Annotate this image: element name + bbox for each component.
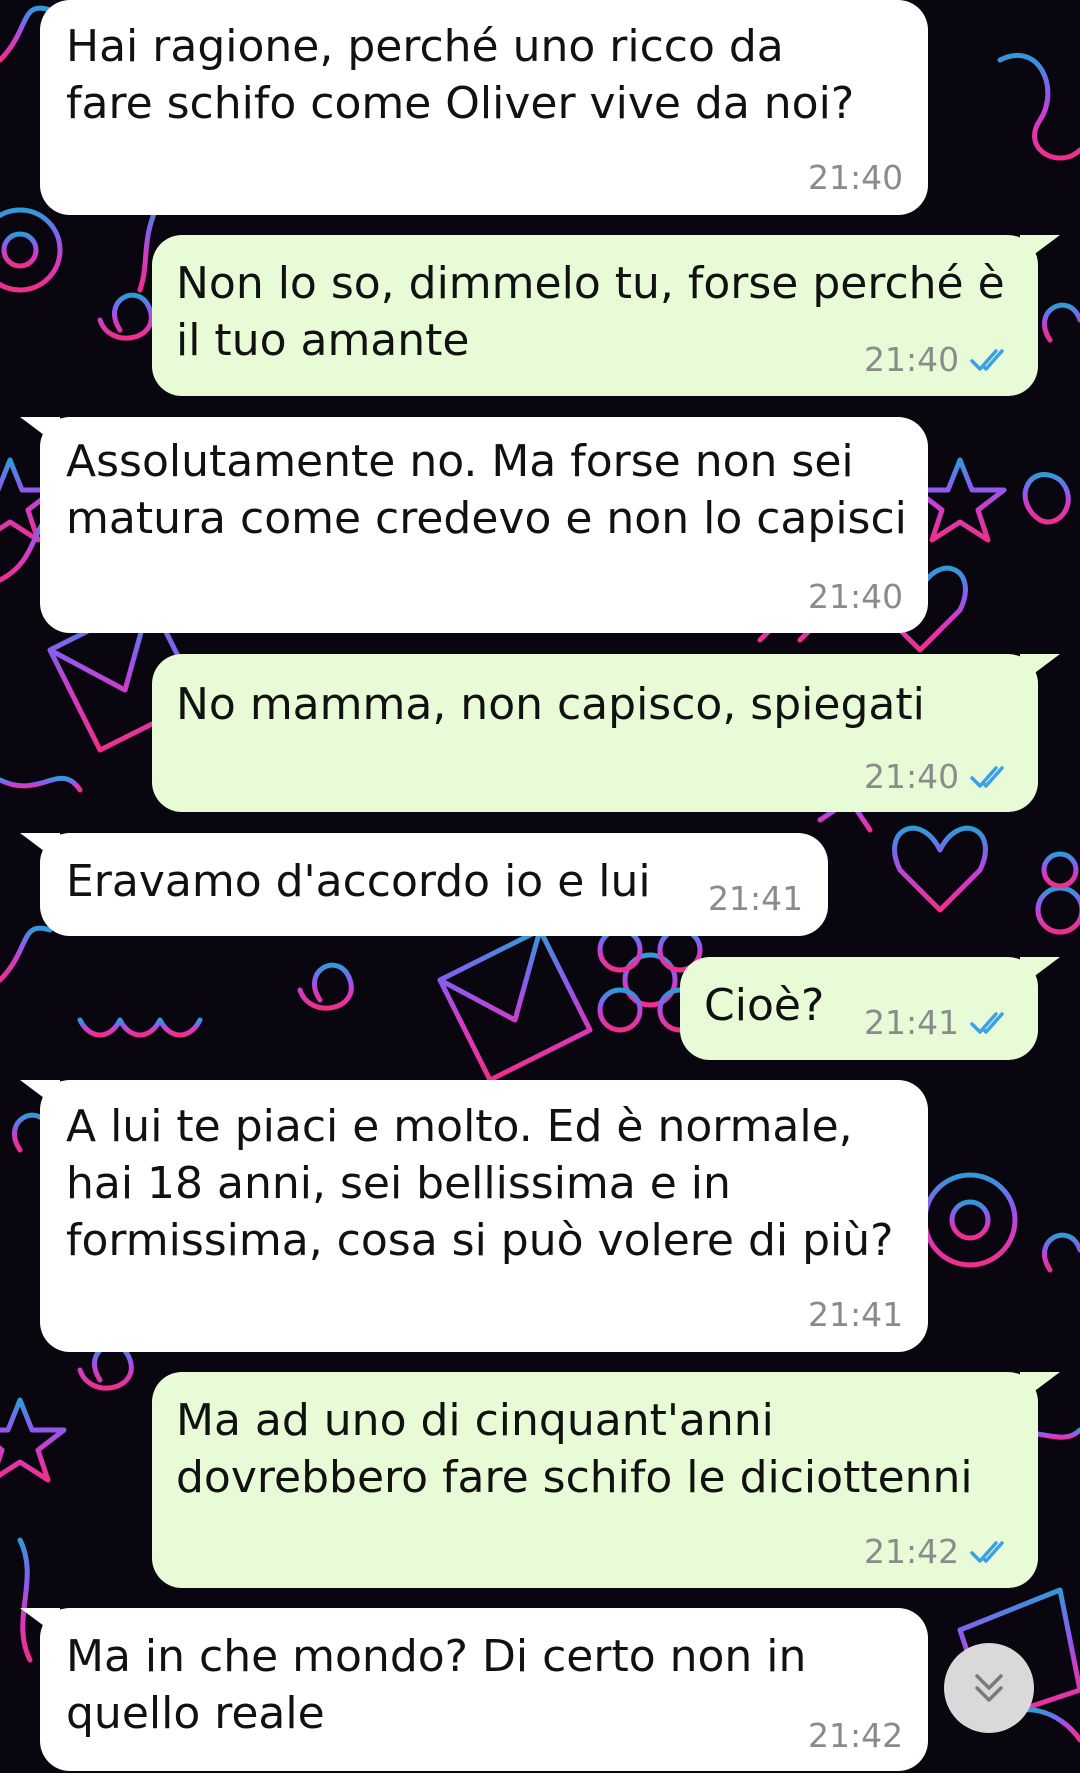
message-time: 21:41 [808,1295,904,1334]
incoming-message[interactable]: Eravamo d'accordo io e lui 21:41 [40,833,828,936]
outgoing-message[interactable]: Ma ad uno di cinquant'anni dovrebbero fa… [152,1372,1038,1588]
message-time: 21:42 [808,1716,904,1755]
message-text: Cioè? [704,980,825,1031]
message-time: 21:42 [864,1532,960,1571]
double-check-read-icon [970,349,1004,371]
message-text: Eravamo d'accordo io e lui [66,856,651,907]
message-text: No mamma, non capisco, spiegati [176,679,925,730]
double-check-read-icon [970,766,1004,788]
message-time: 21:40 [808,577,904,616]
message-time: 21:40 [864,757,960,796]
incoming-message[interactable]: Ma in che mondo? Di certo non in quello … [40,1608,928,1771]
message-text: Assolutamente no. Ma forse non sei matur… [66,436,907,544]
double-chevron-down-icon [975,1674,1003,1702]
outgoing-message[interactable]: Cioè? 21:41 [680,957,1038,1060]
message-time: 21:40 [864,340,960,379]
incoming-message[interactable]: Hai ragione, perché uno ricco da fare sc… [40,0,928,215]
incoming-message[interactable]: A lui te piaci e molto. Ed è normale, ha… [40,1080,928,1352]
outgoing-message[interactable]: No mamma, non capisco, spiegati 21:40 [152,654,1038,812]
message-time: 21:41 [864,1003,960,1042]
scroll-to-bottom-button[interactable] [944,1643,1034,1733]
outgoing-message[interactable]: Non lo so, dimmelo tu, forse perché è il… [152,235,1038,396]
message-list[interactable]: Hai ragione, perché uno ricco da fare sc… [0,0,1080,1773]
message-text: Hai ragione, perché uno ricco da fare sc… [66,21,855,129]
message-time: 21:41 [708,879,804,918]
message-text: Ma in che mondo? Di certo non in quello … [66,1631,807,1739]
message-time: 21:40 [808,158,904,197]
double-check-read-icon [970,1012,1004,1034]
message-text: Ma ad uno di cinquant'anni dovrebbero fa… [176,1395,973,1503]
message-text: A lui te piaci e molto. Ed è normale, ha… [66,1101,894,1266]
incoming-message[interactable]: Assolutamente no. Ma forse non sei matur… [40,417,928,633]
double-check-read-icon [970,1541,1004,1563]
